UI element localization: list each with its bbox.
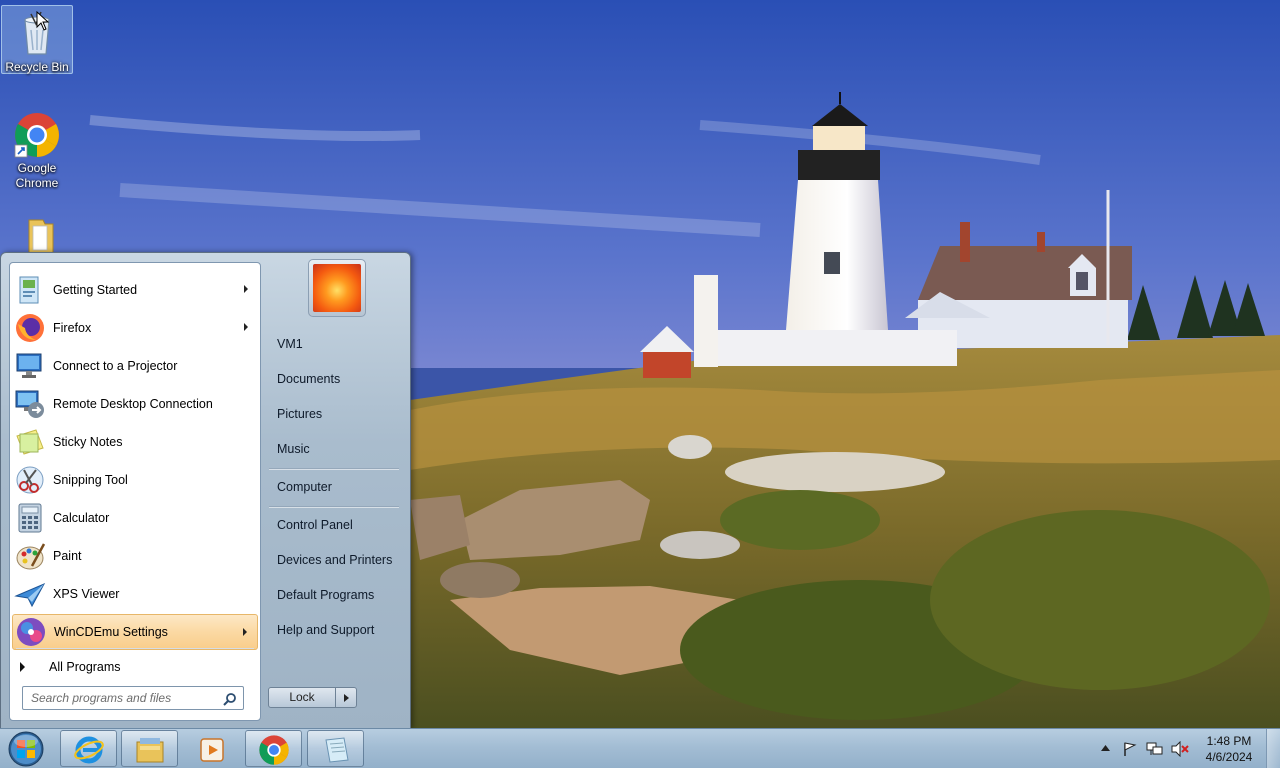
wincdemu-icon	[17, 618, 45, 646]
firefox-icon	[16, 314, 44, 342]
desktop-icon-google-chrome[interactable]: Google Chrome	[1, 107, 73, 191]
start-link-label: Control Panel	[277, 518, 353, 532]
remote-desktop-icon	[15, 390, 44, 418]
start-item-getting-started[interactable]: Getting Started	[12, 272, 258, 308]
user-account-picture[interactable]	[308, 259, 366, 317]
start-button[interactable]	[4, 730, 48, 768]
start-item-remote-desktop[interactable]: Remote Desktop Connection	[12, 386, 258, 422]
submenu-arrow-icon	[244, 285, 248, 293]
shutdown-options-button[interactable]	[335, 687, 357, 708]
start-link-help-support[interactable]: Help and Support	[267, 616, 403, 644]
projector-icon	[16, 353, 42, 378]
start-link-music[interactable]: Music	[267, 435, 403, 463]
start-item-label: Firefox	[53, 321, 92, 335]
taskbar-notepad[interactable]	[307, 730, 364, 767]
clock-date: 4/6/2024	[1205, 750, 1253, 764]
start-link-label: Documents	[277, 372, 341, 386]
clock-time: 1:48 PM	[1206, 734, 1252, 748]
start-menu-programs-pane: Getting Started Firefox Connect to a Pro…	[9, 262, 261, 721]
start-link-label: Help and Support	[277, 623, 375, 637]
start-item-snipping-tool[interactable]: Snipping Tool	[12, 462, 258, 498]
getting-started-icon	[19, 276, 39, 304]
start-link-vm1[interactable]: VM1	[267, 330, 403, 358]
start-item-firefox[interactable]: Firefox	[12, 310, 258, 346]
file-explorer-icon	[136, 738, 164, 763]
taskbar-media-player[interactable]	[183, 730, 240, 767]
arrow-right-icon	[344, 694, 349, 702]
taskbar-file-explorer[interactable]	[121, 730, 178, 767]
divider	[269, 507, 399, 508]
start-item-label: Paint	[53, 549, 82, 563]
xps-viewer-icon	[14, 582, 46, 608]
submenu-arrow-icon	[244, 323, 248, 331]
start-item-label: Snipping Tool	[53, 473, 128, 487]
start-link-documents[interactable]: Documents	[267, 365, 403, 393]
all-programs-label: All Programs	[49, 660, 121, 674]
search-box[interactable]	[22, 686, 244, 710]
flower-picture-icon	[313, 264, 361, 312]
start-link-label: VM1	[277, 337, 303, 351]
notepad-icon	[325, 737, 349, 763]
taskbar-chrome[interactable]	[245, 730, 302, 767]
chrome-icon	[13, 111, 61, 159]
taskbar: 1:48 PM 4/6/2024	[0, 728, 1280, 768]
start-item-label: Calculator	[53, 511, 110, 525]
network-icon[interactable]	[1146, 741, 1164, 757]
taskbar-internet-explorer[interactable]	[60, 730, 117, 767]
divider	[269, 469, 399, 470]
desktop-icon-label: Google Chrome	[15, 161, 59, 190]
triangle-right-icon	[20, 662, 25, 672]
mouse-cursor-icon	[36, 11, 50, 31]
start-item-xps-viewer[interactable]: XPS Viewer	[12, 576, 258, 612]
show-desktop-button[interactable]	[1266, 729, 1280, 768]
start-link-computer[interactable]: Computer	[267, 473, 403, 501]
start-link-label: Default Programs	[277, 588, 375, 602]
search-input[interactable]	[31, 691, 211, 705]
sticky-notes-icon	[16, 429, 44, 455]
paint-icon	[16, 543, 46, 570]
start-menu: Getting Started Firefox Connect to a Pro…	[0, 252, 411, 729]
all-programs-button[interactable]: All Programs	[18, 657, 121, 677]
internet-explorer-icon	[74, 736, 104, 764]
submenu-arrow-icon	[243, 628, 247, 636]
start-link-devices-printers[interactable]: Devices and Printers	[267, 546, 403, 574]
start-item-label: WinCDEmu Settings	[54, 625, 168, 639]
search-icon[interactable]	[223, 692, 237, 706]
snipping-tool-icon	[16, 466, 44, 494]
start-item-sticky-notes[interactable]: Sticky Notes	[12, 424, 258, 460]
desktop-icon-label: Recycle Bin	[5, 60, 69, 74]
action-center-flag-icon[interactable]	[1122, 741, 1138, 757]
start-item-paint[interactable]: Paint	[12, 538, 258, 574]
start-link-label: Music	[277, 442, 310, 456]
start-item-label: Remote Desktop Connection	[53, 397, 213, 411]
chrome-icon	[259, 735, 289, 765]
show-hidden-icons-icon[interactable]	[1101, 745, 1110, 751]
start-item-wincdemu-settings[interactable]: WinCDEmu Settings	[12, 614, 258, 650]
system-clock[interactable]: 1:48 PM 4/6/2024	[1196, 733, 1262, 765]
start-item-label: Connect to a Projector	[53, 359, 178, 373]
media-player-icon	[200, 738, 224, 762]
start-item-calculator[interactable]: Calculator	[12, 500, 258, 536]
lock-button[interactable]: Lock	[268, 687, 336, 708]
start-item-connect-projector[interactable]: Connect to a Projector	[12, 348, 258, 384]
start-link-label: Computer	[277, 480, 332, 494]
start-link-label: Devices and Printers	[277, 553, 393, 567]
divider	[16, 648, 254, 649]
volume-muted-icon[interactable]	[1171, 741, 1189, 757]
start-link-pictures[interactable]: Pictures	[267, 400, 403, 428]
start-item-label: Sticky Notes	[53, 435, 123, 449]
start-link-default-programs[interactable]: Default Programs	[267, 581, 403, 609]
start-item-label: XPS Viewer	[53, 587, 120, 601]
start-item-label: Getting Started	[53, 283, 138, 297]
start-link-control-panel[interactable]: Control Panel	[267, 511, 403, 539]
calculator-icon	[18, 503, 42, 533]
start-link-label: Pictures	[277, 407, 323, 421]
